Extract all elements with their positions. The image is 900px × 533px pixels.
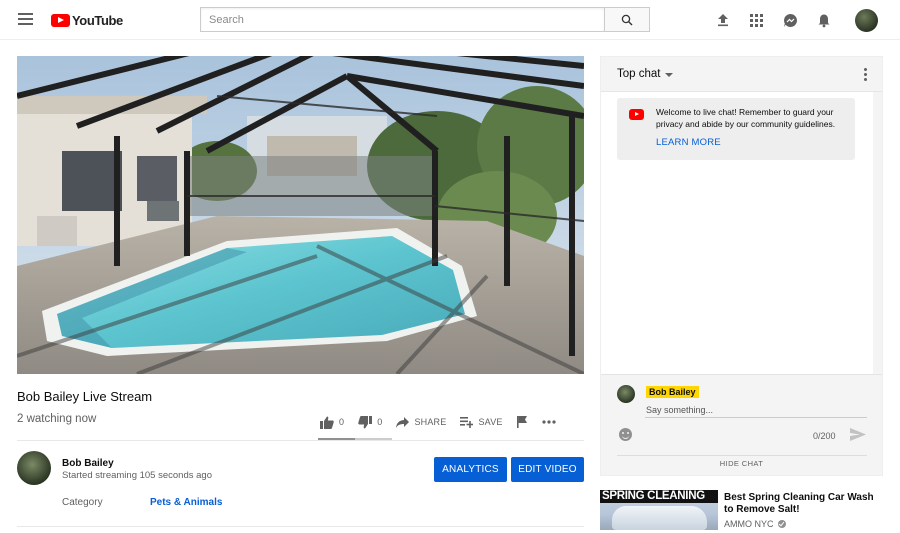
upload-icon[interactable] — [714, 11, 732, 29]
caret-down-icon — [665, 72, 674, 77]
save-button[interactable]: SAVE — [460, 416, 503, 428]
emoji-icon[interactable] — [619, 428, 632, 441]
flag-icon — [516, 416, 527, 428]
chat-mode-label: Top chat — [617, 68, 661, 80]
divider — [17, 440, 584, 441]
view-count: 2 watching now — [17, 413, 97, 425]
report-button[interactable] — [516, 416, 528, 428]
chat-header: Top chat — [601, 57, 882, 92]
thumbnail-text: SPRING CLEANING — [602, 490, 705, 502]
stream-status: Started streaming 105 seconds ago — [62, 470, 212, 481]
char-counter: 0/200 — [813, 431, 836, 441]
dislike-button[interactable]: 0 — [358, 415, 383, 429]
chat-message-input[interactable] — [645, 402, 867, 418]
edit-video-button[interactable]: EDIT VIDEO — [511, 457, 584, 482]
chat-messages: Welcome to live chat! Remember to guard … — [601, 92, 882, 374]
chat-input-panel: Bob Bailey 0/200 HIDE CHAT — [601, 374, 882, 475]
logo-text: YouTube — [72, 12, 123, 28]
playlist-add-icon — [460, 416, 474, 428]
author-avatar — [617, 385, 635, 403]
notifications-bell-icon[interactable] — [815, 11, 833, 29]
youtube-play-icon — [51, 13, 70, 27]
dislike-count: 0 — [377, 417, 383, 427]
search-icon — [621, 14, 633, 25]
more-actions-button[interactable] — [542, 420, 556, 424]
learn-more-link[interactable]: LEARN MORE — [656, 137, 721, 148]
channel-name-label: AMMO NYC — [724, 519, 774, 529]
verified-check-icon — [777, 520, 786, 528]
author-name-chip: Bob Bailey — [646, 386, 699, 398]
video-player[interactable] — [17, 56, 584, 374]
recommendation-channel: AMMO NYC — [724, 519, 786, 529]
welcome-banner: Welcome to live chat! Remember to guard … — [617, 98, 855, 160]
more-horizontal-icon — [542, 420, 556, 424]
car-image — [612, 506, 707, 530]
analytics-button[interactable]: ANALYTICS — [434, 457, 507, 482]
category-label: Category — [62, 497, 103, 508]
account-avatar[interactable] — [855, 9, 878, 32]
channel-name[interactable]: Bob Bailey — [62, 458, 114, 469]
search-box — [200, 7, 650, 32]
youtube-play-icon — [629, 109, 644, 120]
hide-chat-button[interactable]: HIDE CHAT — [601, 459, 882, 468]
share-label: SHARE — [414, 417, 447, 427]
live-chat: Top chat Welcome to live chat! Remember … — [600, 56, 883, 476]
guide-menu-icon[interactable] — [18, 13, 33, 25]
thumbs-down-icon — [358, 415, 373, 428]
like-button[interactable]: 0 — [320, 416, 344, 429]
thumbs-up-icon — [320, 416, 334, 429]
send-icon[interactable] — [850, 428, 866, 441]
like-count: 0 — [339, 417, 345, 427]
category-link[interactable]: Pets & Animals — [150, 497, 222, 508]
youtube-logo[interactable]: YouTube — [51, 11, 123, 29]
divider — [17, 526, 584, 527]
welcome-message: Welcome to live chat! Remember to guard … — [656, 107, 836, 129]
share-button[interactable]: SHARE — [396, 416, 447, 428]
messages-icon[interactable] — [781, 11, 799, 29]
recommendation-title[interactable]: Best Spring Cleaning Car Wash to Remove … — [724, 492, 884, 516]
search-input[interactable] — [200, 7, 604, 32]
channel-avatar[interactable] — [17, 451, 51, 485]
share-arrow-icon — [396, 416, 410, 428]
chat-more-icon[interactable] — [860, 68, 870, 82]
video-actions: 0 0 SHARE SAVE — [320, 412, 570, 432]
video-frame-pool — [17, 56, 584, 374]
search-button[interactable] — [604, 7, 650, 32]
apps-grid-icon[interactable] — [747, 11, 765, 29]
chat-mode-dropdown[interactable]: Top chat — [617, 68, 674, 80]
video-title: Bob Bailey Live Stream — [17, 389, 153, 404]
chat-scrollbar[interactable] — [873, 92, 882, 374]
recommendation-thumbnail[interactable]: SPRING CLEANING — [600, 490, 718, 530]
divider — [617, 455, 867, 456]
masthead: YouTube — [0, 0, 900, 40]
save-label: SAVE — [478, 417, 503, 427]
